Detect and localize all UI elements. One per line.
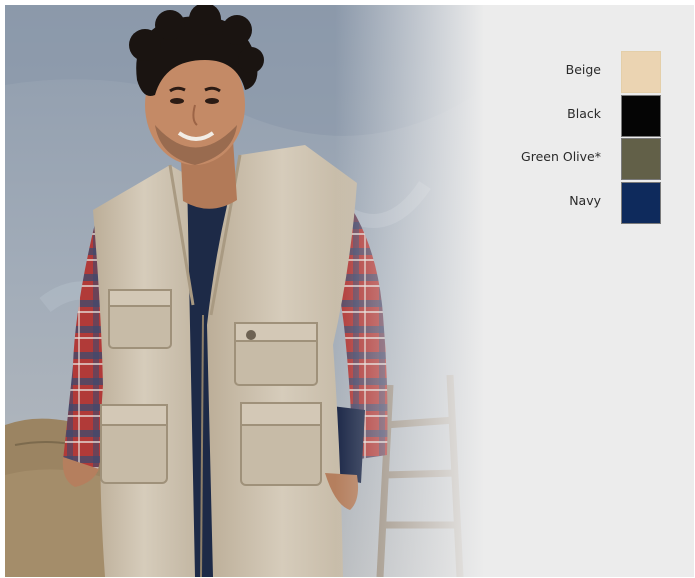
swatch-row-navy[interactable]: Navy xyxy=(485,181,685,226)
color-swatch-list: Beige Black Green Olive* Navy xyxy=(485,51,685,225)
color-chip-beige[interactable] xyxy=(621,51,661,93)
swatch-label: Beige xyxy=(565,62,601,77)
color-chip-green-olive[interactable] xyxy=(621,138,661,180)
swatch-row-beige[interactable]: Beige xyxy=(485,51,685,95)
swatch-label: Navy xyxy=(569,192,601,208)
swatch-row-green-olive[interactable]: Green Olive* xyxy=(485,138,685,182)
swatch-label: Black xyxy=(567,105,601,121)
swatch-label: Green Olive* xyxy=(521,149,601,164)
product-page: Beige Black Green Olive* Navy xyxy=(0,0,695,578)
color-chip-black[interactable] xyxy=(621,94,661,137)
swatch-row-black[interactable]: Black xyxy=(485,94,685,139)
product-panel: Beige Black Green Olive* Navy xyxy=(5,5,694,577)
color-chip-navy[interactable] xyxy=(621,181,661,224)
